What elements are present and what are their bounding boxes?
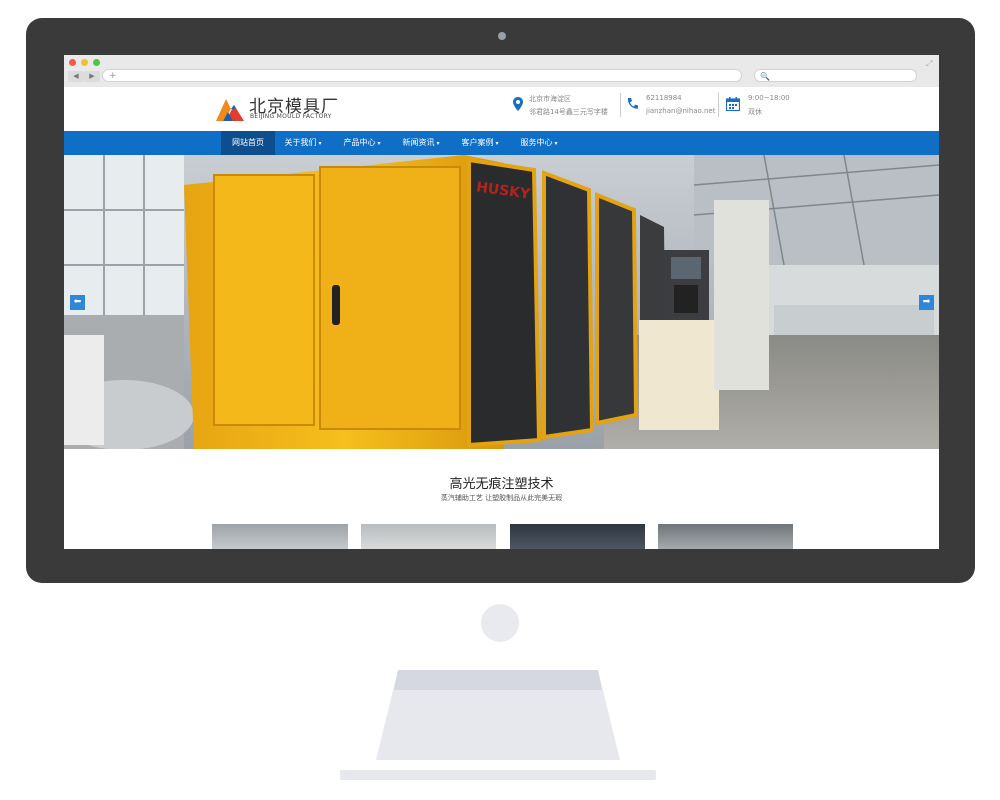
calendar-icon bbox=[726, 97, 740, 111]
product-thumbnail[interactable] bbox=[212, 524, 348, 549]
product-thumbnail[interactable] bbox=[658, 524, 793, 549]
chevron-down-icon: ▾ bbox=[377, 140, 381, 147]
nav-label: 客户案例 bbox=[461, 138, 494, 147]
banner-next-button[interactable]: ➡ bbox=[919, 295, 934, 310]
nav-label: 网站首页 bbox=[232, 138, 264, 147]
phone-number[interactable]: 62118984 bbox=[646, 94, 682, 102]
fullscreen-icon[interactable]: ⤢ bbox=[926, 59, 932, 69]
nav-products[interactable]: 产品中心 ▾ bbox=[334, 131, 390, 155]
nav-label: 新闻资讯 bbox=[402, 138, 435, 147]
nav-about[interactable]: 关于我们 ▾ bbox=[275, 131, 331, 155]
logo-icon[interactable] bbox=[214, 95, 246, 123]
nav-label: 服务中心 bbox=[520, 138, 553, 147]
minimize-window-button[interactable] bbox=[81, 59, 88, 66]
site-header: 北京模具厂 BEIJING MOULD FACTORY 北京市海淀区 邻君路14… bbox=[64, 87, 939, 131]
nav-label: 关于我们 bbox=[284, 138, 317, 147]
maximize-window-button[interactable] bbox=[93, 59, 100, 66]
factory-machine-image bbox=[64, 155, 939, 449]
address-line-1: 北京市海淀区 bbox=[529, 95, 571, 103]
section-subtitle: 蒸汽辅助工艺 让塑胶制品从此完美无瑕 bbox=[440, 494, 563, 502]
back-button[interactable]: ◀ bbox=[68, 71, 84, 82]
product-thumbnail[interactable] bbox=[510, 524, 645, 549]
header-divider bbox=[718, 93, 719, 117]
phone-icon bbox=[627, 98, 638, 109]
map-pin-icon bbox=[513, 97, 523, 111]
chevron-down-icon: ▾ bbox=[436, 140, 440, 147]
monitor-button bbox=[481, 604, 519, 642]
browser-search-input[interactable]: 🔍 bbox=[754, 69, 917, 82]
address-line-2: 邻君路14号鑫三元写字楼 bbox=[529, 108, 608, 116]
screen: ◀ ▶ + 🔍 ⤢ 北京模具厂 BEIJING MOULD FACTORY 北京… bbox=[64, 55, 939, 549]
chevron-down-icon: ▾ bbox=[554, 140, 558, 147]
browser-toolbar: ◀ ▶ + 🔍 ⤢ bbox=[64, 55, 939, 88]
nav-cases[interactable]: 客户案例 ▾ bbox=[452, 131, 508, 155]
nav-home[interactable]: 网站首页 bbox=[221, 131, 275, 155]
email-link[interactable]: jianzhan@nihao.net bbox=[646, 107, 715, 115]
nav-news[interactable]: 新闻资讯 ▾ bbox=[393, 131, 449, 155]
main-nav: 网站首页 关于我们 ▾ 产品中心 ▾ 新闻资讯 ▾ 客户案例 ▾ 服务中心 ▾ bbox=[64, 131, 939, 155]
banner-prev-button[interactable]: ⬅ bbox=[70, 295, 85, 310]
forward-button[interactable]: ▶ bbox=[84, 71, 100, 82]
section-title: 高光无痕注塑技术 bbox=[449, 477, 554, 492]
product-thumbnail[interactable] bbox=[361, 524, 496, 549]
address-bar[interactable]: + bbox=[102, 69, 742, 82]
work-hours: 9:00~18:00 bbox=[748, 94, 790, 102]
nav-label: 产品中心 bbox=[343, 138, 376, 147]
work-days: 双休 bbox=[748, 108, 762, 116]
nav-service[interactable]: 服务中心 ▾ bbox=[511, 131, 567, 155]
header-divider bbox=[620, 93, 621, 117]
hero-banner[interactable]: HUSKY ⬅ ➡ bbox=[64, 155, 939, 449]
webcam-dot bbox=[498, 32, 506, 40]
chevron-down-icon: ▾ bbox=[495, 140, 499, 147]
chevron-down-icon: ▾ bbox=[318, 140, 322, 147]
logo-subtitle: BEIJING MOULD FACTORY bbox=[250, 113, 332, 120]
monitor-frame: ◀ ▶ + 🔍 ⤢ 北京模具厂 BEIJING MOULD FACTORY 北京… bbox=[26, 18, 975, 583]
monitor-stand bbox=[340, 670, 656, 780]
close-window-button[interactable] bbox=[69, 59, 76, 66]
